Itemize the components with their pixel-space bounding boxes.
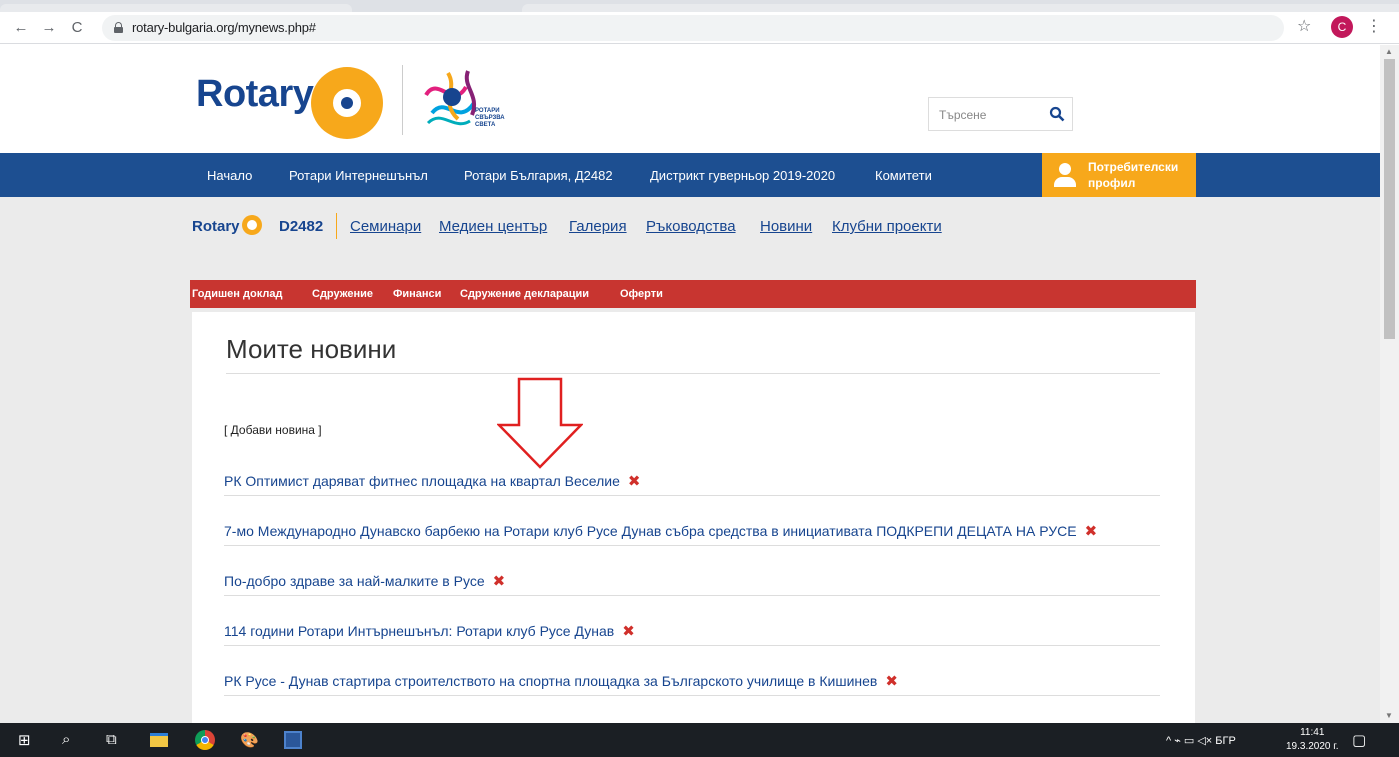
profile-label: Потребителски профил bbox=[1088, 160, 1179, 190]
subnav-divider bbox=[336, 213, 337, 239]
forward-icon[interactable]: → bbox=[38, 17, 60, 39]
news-title-link[interactable]: РК Оптимист даряват фитнес площадка на к… bbox=[224, 473, 620, 489]
scroll-up-icon[interactable]: ▲ bbox=[1385, 47, 1393, 56]
news-title-link[interactable]: По-добро здраве за най-малките в Русе bbox=[224, 573, 485, 589]
site-header: Rotary РОТАРИ СВЪРЗВА СВЕТА Търсене bbox=[0, 45, 1380, 153]
link-gallery[interactable]: Галерия bbox=[569, 218, 627, 235]
screen: ← → C rotary-bulgaria.org/mynews.php# ☆ … bbox=[0, 0, 1399, 757]
link-seminars[interactable]: Семинари bbox=[350, 218, 421, 235]
link-media-center[interactable]: Медиен център bbox=[439, 218, 547, 235]
page-title: Моите новини bbox=[226, 334, 397, 364]
scroll-down-icon[interactable]: ▼ bbox=[1385, 711, 1393, 720]
rednav-annual-report[interactable]: Годишен доклад bbox=[192, 288, 282, 300]
bookmark-star-icon[interactable]: ☆ bbox=[1297, 16, 1311, 36]
system-tray-icons[interactable]: ^ ⌁ ▭ ◁× БГР bbox=[1166, 734, 1236, 747]
browser-tab-strip bbox=[0, 0, 1399, 12]
news-item: 114 години Ротари Интърнешънъл: Ротари к… bbox=[224, 616, 1160, 646]
nav-item-committees[interactable]: Комитети bbox=[875, 168, 932, 183]
address-bar[interactable]: rotary-bulgaria.org/mynews.php# bbox=[102, 15, 1284, 41]
news-title-link[interactable]: 7-мо Международно Дунавско барбекю на Ро… bbox=[224, 523, 1077, 539]
theme-logo-caption: РОТАРИ СВЪРЗВА СВЕТА bbox=[475, 108, 505, 128]
task-view-icon[interactable]: ⧉ bbox=[106, 731, 117, 748]
district-brand[interactable]: Rotary bbox=[192, 218, 240, 235]
page-viewport: Rotary РОТАРИ СВЪРЗВА СВЕТА Търсене Нача… bbox=[0, 45, 1380, 723]
user-profile-button[interactable]: Потребителски профил bbox=[1042, 153, 1196, 197]
rednav-association[interactable]: Сдружение bbox=[312, 288, 373, 300]
rednav-finance[interactable]: Финанси bbox=[393, 288, 441, 300]
chrome-icon[interactable] bbox=[195, 730, 215, 750]
red-down-arrow-annotation-icon bbox=[497, 377, 583, 469]
back-icon[interactable]: ← bbox=[10, 17, 32, 39]
main-navigation: Начало Ротари Интернешънъл Ротари Българ… bbox=[0, 153, 1380, 197]
file-explorer-icon[interactable] bbox=[150, 733, 168, 747]
title-divider bbox=[226, 373, 1160, 374]
lock-icon bbox=[114, 22, 123, 33]
news-title-link[interactable]: 114 години Ротари Интърнешънъл: Ротари к… bbox=[224, 623, 614, 639]
user-icon bbox=[1054, 163, 1076, 187]
profile-avatar[interactable]: C bbox=[1331, 16, 1353, 38]
search-placeholder: Търсене bbox=[939, 108, 987, 122]
page-scrollbar[interactable]: ▲ ▼ bbox=[1380, 45, 1399, 723]
news-item: 7-мо Международно Дунавско барбекю на Ро… bbox=[224, 516, 1160, 546]
reload-icon[interactable]: C bbox=[66, 17, 88, 39]
rotary-wheel-icon[interactable] bbox=[311, 67, 383, 139]
district-subnav: Rotary D2482 Семинари Медиен център Гале… bbox=[192, 213, 992, 243]
rotary-wheel-small-icon bbox=[242, 215, 262, 235]
rednav-association-declarations[interactable]: Сдружение декларации bbox=[460, 288, 589, 300]
nav-item-rotary-international[interactable]: Ротари Интернешънъл bbox=[289, 168, 428, 183]
nav-item-home[interactable]: Начало bbox=[207, 168, 252, 183]
my-news-panel: Моите новини [ Добави новина ] РК Оптими… bbox=[192, 312, 1195, 723]
search-input[interactable]: Търсене bbox=[928, 97, 1073, 131]
delete-icon[interactable]: ✖ bbox=[885, 672, 898, 690]
delete-icon[interactable]: ✖ bbox=[493, 572, 506, 590]
scrollbar-thumb[interactable] bbox=[1384, 59, 1395, 339]
secondary-red-nav: Годишен доклад Сдружение Финанси Сдружен… bbox=[190, 280, 1196, 308]
header-divider bbox=[402, 65, 403, 135]
notification-icon[interactable]: ▢ bbox=[1352, 731, 1366, 749]
district-label[interactable]: D2482 bbox=[279, 218, 323, 235]
news-item: РК Русе - Дунав стартира строителството … bbox=[224, 666, 1160, 696]
news-title-link[interactable]: РК Русе - Дунав стартира строителството … bbox=[224, 673, 877, 689]
taskbar-clock[interactable]: 11:41 19.3.2020 г. bbox=[1286, 726, 1338, 754]
rotary-logo-text[interactable]: Rotary bbox=[196, 73, 314, 116]
delete-icon[interactable]: ✖ bbox=[628, 472, 641, 490]
link-club-projects[interactable]: Клубни проекти bbox=[832, 218, 942, 235]
taskbar-search-icon[interactable]: ⌕ bbox=[62, 731, 70, 748]
rednav-offers[interactable]: Оферти bbox=[620, 288, 663, 300]
windows-taskbar: ⊞ ⌕ ⧉ 🎨 ^ ⌁ ▭ ◁× БГР 11:41 19.3.2020 г. … bbox=[0, 723, 1399, 757]
browser-menu-icon[interactable]: ⋮ bbox=[1366, 16, 1382, 36]
add-news-link[interactable]: [ Добави новина ] bbox=[224, 423, 322, 437]
news-item: РК Оптимист даряват фитнес площадка на к… bbox=[224, 466, 1160, 496]
browser-tab[interactable] bbox=[522, 4, 1399, 12]
news-item: По-добро здраве за най-малките в Русе ✖ bbox=[224, 566, 1160, 596]
search-icon[interactable] bbox=[1049, 106, 1065, 122]
url-text[interactable]: rotary-bulgaria.org/mynews.php# bbox=[132, 20, 316, 35]
nav-item-district-governor[interactable]: Дистрикт гуверньор 2019-2020 bbox=[650, 168, 835, 183]
delete-icon[interactable]: ✖ bbox=[1085, 522, 1098, 540]
link-news[interactable]: Новини bbox=[760, 218, 812, 235]
browser-toolbar: ← → C rotary-bulgaria.org/mynews.php# ☆ … bbox=[0, 12, 1399, 44]
delete-icon[interactable]: ✖ bbox=[622, 622, 635, 640]
nav-item-rotary-bulgaria[interactable]: Ротари България, Д2482 bbox=[464, 168, 613, 183]
paint-app-icon[interactable]: 🎨 bbox=[240, 731, 259, 749]
browser-tab[interactable] bbox=[0, 4, 352, 12]
link-guides[interactable]: Ръководства bbox=[646, 218, 736, 235]
word-app-icon[interactable] bbox=[284, 731, 302, 749]
windows-start-icon[interactable]: ⊞ bbox=[18, 731, 31, 749]
